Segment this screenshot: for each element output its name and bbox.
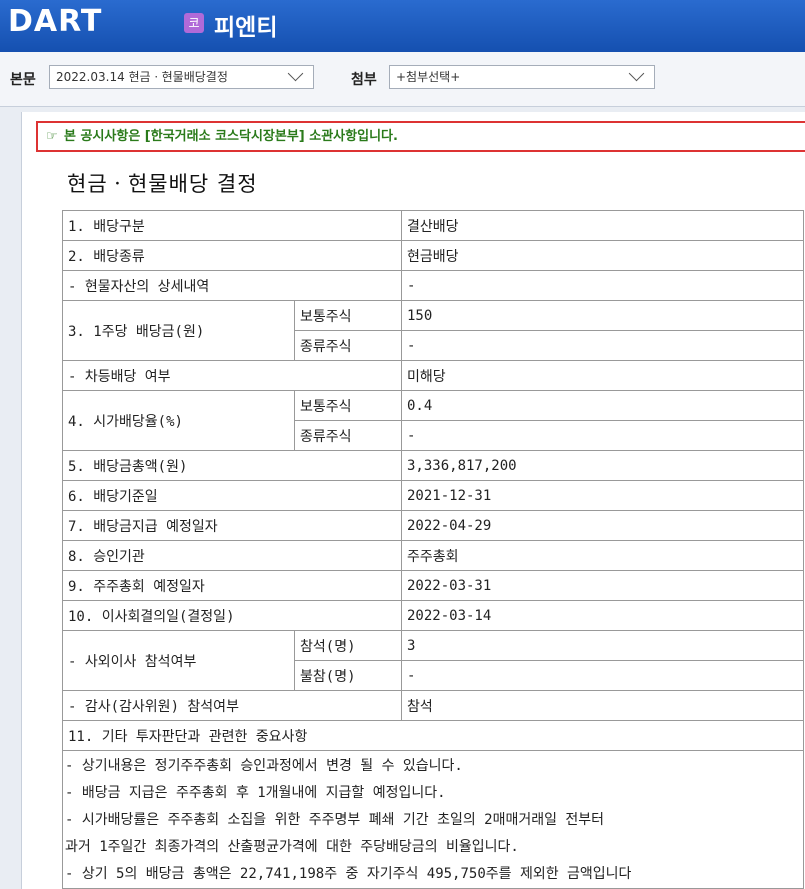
table-row: 10. 이사회결의일(결정일) 2022-03-14 (62, 600, 804, 631)
attachment-select-value: +첨부선택+ (396, 70, 461, 84)
table-row: - 사외이사 참석여부 참석(명) 3 (62, 630, 804, 691)
document-title: 현금ㆍ현물배당 결정 (67, 172, 258, 196)
chevron-down-icon (287, 65, 304, 82)
table-row: 7. 배당금지급 예정일자 2022-04-29 (62, 510, 804, 541)
table-label-cell: 4. 시가배당율(%) (62, 390, 295, 451)
table-value-cell: 2022-03-31 (401, 570, 804, 601)
table-row: - 현물자산의 상세내역 - (62, 270, 804, 301)
note-line: - 상기내용은 정기주주총회 승인과정에서 변경 될 수 있습니다. (65, 758, 463, 774)
jurisdiction-notice: ☞ 본 공시사항은 [한국거래소 코스닥시장본부] 소관사항입니다. (36, 121, 805, 152)
attachment-select[interactable]: +첨부선택+ (389, 65, 655, 89)
table-row: 11. 기타 투자판단과 관련한 중요사항 (62, 720, 804, 751)
table-sublabel-cell: 참석(명) (294, 630, 402, 661)
table-label-cell: 2. 배당종류 (62, 240, 402, 271)
table-value-cell: - (401, 330, 804, 361)
table-label-cell: 1. 배당구분 (62, 210, 402, 241)
table-value-cell: 150 (401, 300, 804, 331)
table-label-cell: - 차등배당 여부 (62, 360, 402, 391)
table-label-cell: 9. 주주총회 예정일자 (62, 570, 402, 601)
table-row: 5. 배당금총액(원) 3,336,817,200 (62, 450, 804, 481)
pointing-hand-icon: ☞ (46, 129, 58, 144)
table-label-cell: 5. 배당금총액(원) (62, 450, 402, 481)
table-value-cell: 미해당 (401, 360, 804, 391)
kosdaq-badge: 코 (184, 13, 204, 33)
table-label-cell: 3. 1주당 배당금(원) (62, 300, 295, 361)
table-row: - 감사(감사위원) 참석여부 참석 (62, 690, 804, 721)
main-doc-select[interactable]: 2022.03.14 현금ㆍ현물배당결정 (49, 65, 314, 89)
table-label-cell: - 현물자산의 상세내역 (62, 270, 402, 301)
note-line: - 시가배당률은 주주총회 소집을 위한 주주명부 폐쇄 기간 초일의 2매매거… (65, 812, 605, 828)
table-value-cell: 현금배당 (401, 240, 804, 271)
table-row: 3. 1주당 배당금(원) 보통주식 150 (62, 300, 804, 361)
table-label-cell: 7. 배당금지급 예정일자 (62, 510, 402, 541)
table-value-cell: 3,336,817,200 (401, 450, 804, 481)
company-name: 피엔티 (214, 15, 278, 41)
note-line: - 상기 5의 배당금 총액은 22,741,198주 중 자기주식 495,7… (65, 866, 632, 882)
table-label-cell: - 감사(감사위원) 참석여부 (62, 690, 402, 721)
dart-logo[interactable]: DART (8, 4, 102, 39)
table-label-cell: 10. 이사회결의일(결정일) (62, 600, 402, 631)
notice-text: 본 공시사항은 [한국거래소 코스닥시장본부] 소관사항입니다. (64, 129, 398, 144)
chevron-down-icon (628, 65, 645, 82)
table-row: 4. 시가배당율(%) 보통주식 0.4 (62, 390, 804, 451)
document-selector-bar: 본문 2022.03.14 현금ㆍ현물배당결정 첨부 +첨부선택+ (0, 52, 805, 107)
table-label-cell: 6. 배당기준일 (62, 480, 402, 511)
table-sublabel-cell: 보통주식 (294, 390, 402, 421)
table-value-cell: 2021-12-31 (401, 480, 804, 511)
table-value-cell: 2022-04-29 (401, 510, 804, 541)
table-value-cell: 3 (401, 630, 804, 661)
table-row: 6. 배당기준일 2021-12-31 (62, 480, 804, 511)
attachment-label: 첨부 (351, 72, 377, 88)
dividend-table: 1. 배당구분 결산배당 2. 배당종류 현금배당 - 현물자산의 상세내역 -… (62, 210, 804, 889)
table-row: - 차등배당 여부 미해당 (62, 360, 804, 391)
note-line: 과거 1주일간 최종가격의 산출평균가격에 대한 주당배당금의 비율입니다. (65, 839, 519, 855)
table-value-cell: 주주총회 (401, 540, 804, 571)
table-value-cell: - (401, 270, 804, 301)
table-row: 2. 배당종류 현금배당 (62, 240, 804, 271)
table-value-cell: 0.4 (401, 390, 804, 421)
notes-cell: - 상기내용은 정기주주총회 승인과정에서 변경 될 수 있습니다. - 배당금… (62, 750, 804, 889)
logo-text: DART (8, 4, 103, 39)
table-sublabel-cell: 종류주식 (294, 420, 402, 451)
header-bar: DART 코 피엔티 (0, 0, 805, 52)
table-value-cell: - (401, 660, 804, 691)
table-sublabel-cell: 불참(명) (294, 660, 402, 691)
main-doc-label: 본문 (10, 72, 36, 88)
table-row: - 상기내용은 정기주주총회 승인과정에서 변경 될 수 있습니다. - 배당금… (62, 750, 804, 889)
table-value-cell: 참석 (401, 690, 804, 721)
table-label-cell: 11. 기타 투자판단과 관련한 중요사항 (62, 720, 804, 751)
table-value-cell: 결산배당 (401, 210, 804, 241)
table-row: 8. 승인기관 주주총회 (62, 540, 804, 571)
table-row: 9. 주주총회 예정일자 2022-03-31 (62, 570, 804, 601)
table-label-cell: 8. 승인기관 (62, 540, 402, 571)
table-label-cell: - 사외이사 참석여부 (62, 630, 295, 691)
document-content: ☞ 본 공시사항은 [한국거래소 코스닥시장본부] 소관사항입니다. 현금ㆍ현물… (21, 112, 805, 889)
table-row: 1. 배당구분 결산배당 (62, 210, 804, 241)
table-value-cell: - (401, 420, 804, 451)
note-line: - 배당금 지급은 주주총회 후 1개월내에 지급할 예정입니다. (65, 785, 446, 801)
table-sublabel-cell: 종류주식 (294, 330, 402, 361)
main-doc-select-value: 2022.03.14 현금ㆍ현물배당결정 (56, 70, 228, 84)
table-sublabel-cell: 보통주식 (294, 300, 402, 331)
table-value-cell: 2022-03-14 (401, 600, 804, 631)
